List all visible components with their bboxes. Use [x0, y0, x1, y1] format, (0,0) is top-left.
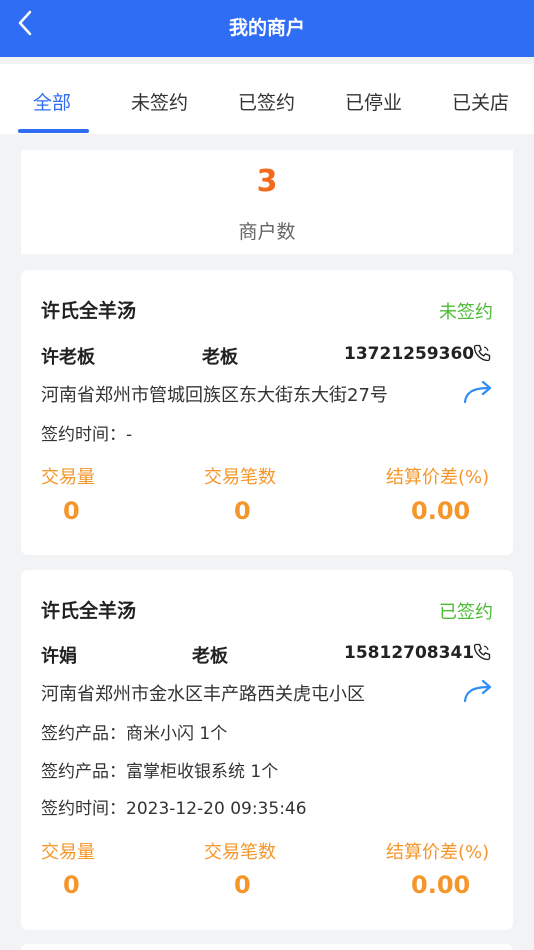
trade-volume-label: 交易量	[41, 467, 95, 488]
signed-product: 签约产品：富掌柜收银系统 1个	[41, 762, 279, 782]
trade-count-value: 0	[234, 497, 251, 525]
share-arrow-icon[interactable]	[462, 379, 494, 405]
merchant-address: 河南省郑州市金水区丰产路西关虎屯小区	[41, 684, 365, 705]
merchant-card-partial[interactable]	[21, 944, 513, 950]
contact-phone[interactable]: 13721259360	[344, 344, 474, 364]
header-bar: 我的商户	[0, 0, 534, 57]
merchant-count: 3	[256, 164, 278, 199]
phone-icon[interactable]	[472, 642, 492, 662]
contact-role: 老板	[192, 646, 228, 667]
trade-volume-label: 交易量	[41, 842, 95, 863]
merchant-summary: 3 商户数	[21, 150, 513, 254]
tab-all[interactable]: 全部	[33, 88, 71, 115]
sign-time: 签约时间：2023-12-20 09:35:46	[41, 799, 307, 819]
price-diff-value: 0.00	[411, 497, 471, 525]
tab-unsigned[interactable]: 未签约	[131, 88, 188, 115]
price-diff-label: 结算价差(%)	[386, 842, 490, 863]
tab-suspended[interactable]: 已停业	[345, 88, 402, 115]
status-badge: 已签约	[439, 602, 493, 623]
trade-volume-value: 0	[63, 871, 80, 899]
contact-name: 许老板	[41, 347, 95, 368]
merchant-card[interactable]: 许氏全羊汤 未签约 许老板 老板 13721259360 河南省郑州市管城回族区…	[21, 270, 513, 555]
page-title: 我的商户	[228, 17, 305, 39]
sign-time: 签约时间：-	[41, 425, 133, 445]
trade-count-label: 交易笔数	[204, 842, 276, 863]
price-diff-label: 结算价差(%)	[386, 467, 490, 488]
contact-phone[interactable]: 15812708341	[344, 643, 474, 663]
merchant-count-label: 商户数	[238, 221, 296, 243]
merchant-card[interactable]: 许氏全羊汤 已签约 许娟 老板 15812708341 河南省郑州市金水区丰产路…	[21, 570, 513, 930]
contact-role: 老板	[202, 347, 238, 368]
trade-count-label: 交易笔数	[204, 467, 276, 488]
trade-count-value: 0	[234, 871, 251, 899]
contact-name: 许娟	[41, 646, 77, 667]
status-badge: 未签约	[439, 302, 493, 323]
merchant-name: 许氏全羊汤	[41, 600, 137, 622]
tab-signed[interactable]: 已签约	[238, 88, 295, 115]
merchant-name: 许氏全羊汤	[41, 300, 137, 322]
tab-active-indicator	[18, 129, 89, 133]
share-arrow-icon[interactable]	[462, 678, 494, 704]
price-diff-value: 0.00	[411, 871, 471, 899]
merchant-address: 河南省郑州市管城回族区东大街东大街27号	[41, 385, 388, 406]
tab-bar: 全部 未签约 已签约 已停业 已关店	[0, 64, 534, 134]
tab-closed[interactable]: 已关店	[452, 88, 509, 115]
phone-icon[interactable]	[472, 343, 492, 363]
trade-volume-value: 0	[63, 497, 80, 525]
signed-product: 签约产品：商米小闪 1个	[41, 724, 228, 744]
